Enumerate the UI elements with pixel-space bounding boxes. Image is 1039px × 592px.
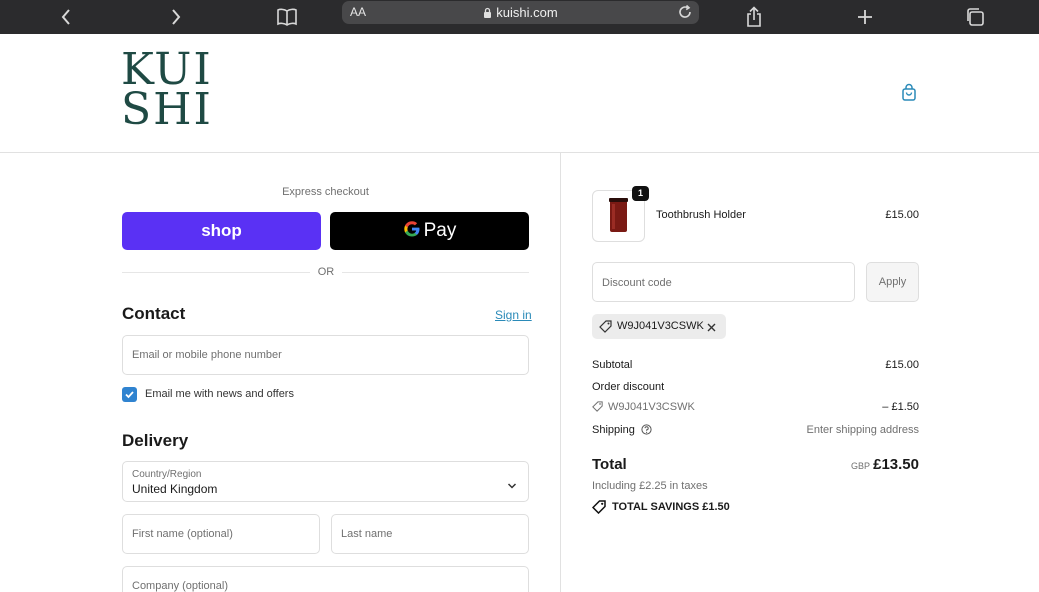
subtotal-label: Subtotal: [592, 359, 633, 371]
address-bar[interactable]: AA kuishi.com: [342, 1, 699, 24]
reload-icon[interactable]: [677, 4, 693, 25]
google-pay-label: Pay: [423, 220, 457, 241]
discount-code-placeholder: Discount code: [602, 277, 672, 289]
discount-code-text: W9J041V3CSWK: [608, 401, 695, 413]
discount-code-line: W9J041V3CSWK: [592, 401, 695, 415]
tag-icon: [599, 320, 612, 338]
total-label: Total: [592, 456, 627, 473]
newsletter-checkbox[interactable]: [122, 387, 137, 402]
google-g-icon: [403, 220, 421, 243]
shop-pay-label: shop: [201, 221, 242, 240]
delivery-heading: Delivery: [122, 431, 189, 450]
currency-code: GBP: [851, 461, 871, 471]
product-name: Toothbrush Holder: [656, 209, 746, 221]
sign-in-link[interactable]: Sign in: [495, 308, 532, 322]
subtotal-value: £15.00: [885, 359, 919, 371]
browser-toolbar: AA kuishi.com: [0, 0, 1039, 34]
back-icon[interactable]: [53, 4, 79, 30]
google-pay-button[interactable]: Pay: [330, 212, 529, 250]
new-tab-icon[interactable]: [852, 4, 878, 30]
product-price: £15.00: [885, 209, 919, 221]
first-name-placeholder: First name (optional): [132, 528, 233, 540]
order-discount-label: Order discount: [592, 381, 665, 393]
apply-discount-button[interactable]: Apply: [866, 262, 919, 302]
email-placeholder: Email or mobile phone number: [132, 349, 282, 361]
email-field[interactable]: Email or mobile phone number: [122, 335, 529, 375]
applied-discount-chip: W9J041V3CSWK: [592, 314, 726, 339]
chevron-down-icon: [507, 477, 517, 495]
total-value: £13.50: [873, 456, 919, 473]
bookmarks-icon[interactable]: [274, 4, 300, 30]
shipping-value: Enter shipping address: [806, 424, 919, 436]
shipping-row-label: Shipping: [592, 424, 652, 438]
tabs-overview-icon[interactable]: [962, 4, 988, 30]
shop-pay-button[interactable]: shop: [122, 212, 321, 250]
discount-value: – £1.50: [882, 401, 919, 413]
store-header: KUI SHI: [0, 34, 1039, 153]
express-checkout-label: Express checkout: [282, 186, 369, 198]
share-icon[interactable]: [741, 4, 767, 30]
country-select-label: Country/Region: [132, 469, 202, 480]
shipping-label: Shipping: [592, 424, 635, 436]
tax-info: Including £2.25 in taxes: [592, 480, 708, 492]
last-name-placeholder: Last name: [341, 528, 393, 540]
discount-code-input[interactable]: Discount code: [592, 262, 855, 302]
country-select-value: United Kingdom: [132, 482, 218, 496]
savings-tag-icon: [591, 500, 606, 517]
newsletter-label: Email me with news and offers: [145, 388, 294, 400]
company-field[interactable]: Company (optional): [122, 566, 529, 592]
apply-label: Apply: [878, 276, 907, 288]
lock-icon: [483, 6, 492, 21]
applied-discount-code: W9J041V3CSWK: [617, 320, 704, 332]
last-name-field[interactable]: Last name: [331, 514, 529, 554]
contact-heading: Contact: [122, 304, 186, 323]
url-text: kuishi.com: [496, 5, 558, 20]
remove-discount-icon[interactable]: [706, 320, 717, 338]
tag-icon: [592, 401, 603, 415]
total-savings-label: TOTAL SAVINGS £1.50: [612, 501, 730, 513]
country-select[interactable]: Country/Region United Kingdom: [122, 461, 529, 502]
first-name-field[interactable]: First name (optional): [122, 514, 320, 554]
forward-icon[interactable]: [163, 4, 189, 30]
or-label: OR: [310, 266, 342, 278]
shopping-bag-icon[interactable]: [899, 83, 919, 103]
help-circle-icon[interactable]: [641, 424, 652, 438]
checkmark-icon: [125, 391, 134, 399]
kuishi-logo[interactable]: KUI SHI: [121, 48, 213, 135]
company-placeholder: Company (optional): [132, 580, 228, 592]
logo-line-2: SHI: [121, 84, 213, 135]
quantity-badge: 1: [632, 186, 649, 201]
